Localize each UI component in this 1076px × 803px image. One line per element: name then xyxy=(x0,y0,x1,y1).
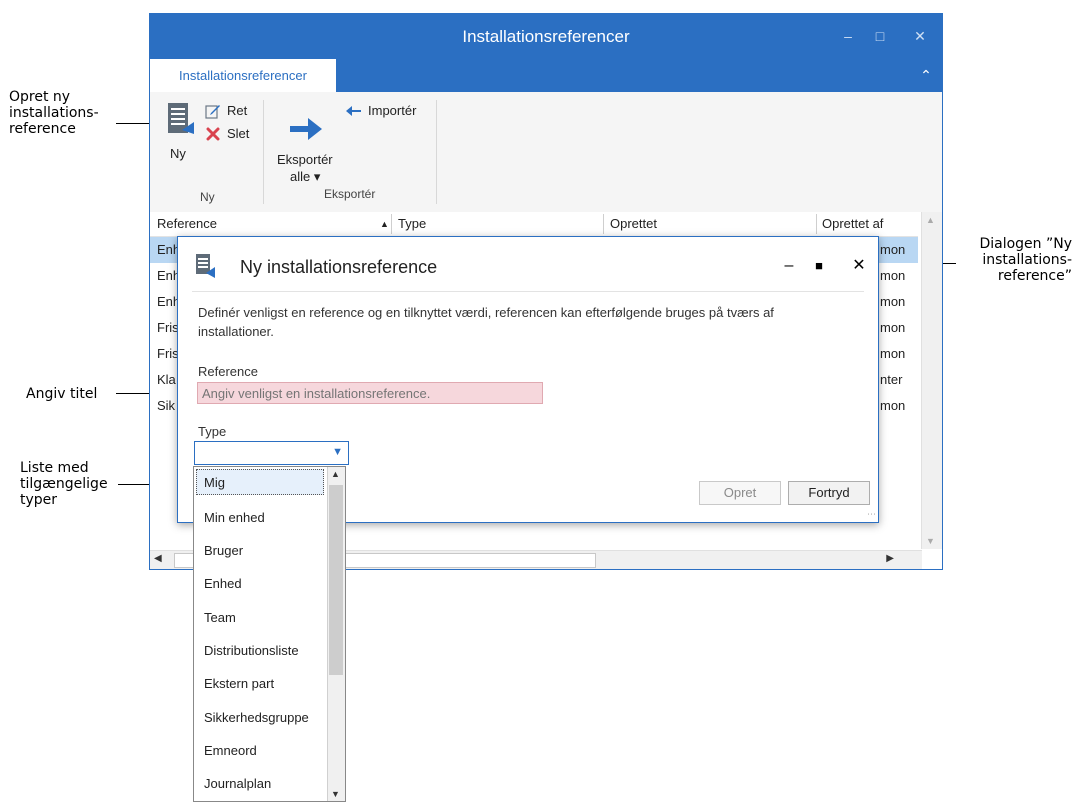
dropdown-item[interactable]: Min enhed xyxy=(204,510,265,525)
dialog-description: Definér venligst en reference og en tilk… xyxy=(198,305,774,339)
export-arrow-icon xyxy=(290,118,322,140)
scroll-up-icon[interactable]: ▲ xyxy=(331,469,340,479)
cell-reference: Fris xyxy=(157,320,179,335)
edit-label: Ret xyxy=(227,103,248,118)
window-title: Installationsreferencer xyxy=(462,27,630,46)
delete-label: Slet xyxy=(227,126,250,141)
dialog-minimize-button[interactable]: – xyxy=(774,251,804,281)
dropdown-item[interactable]: Mig xyxy=(204,475,225,490)
import-arrow-icon xyxy=(346,106,361,116)
column-header: Reference ▲ Type Oprettet Oprettet af xyxy=(150,212,918,237)
sort-ascending-icon: ▲ xyxy=(380,219,389,229)
type-select[interactable]: ▼ xyxy=(194,441,349,465)
callout-dialog: Dialogen ”Ny installations-reference” xyxy=(979,236,1072,284)
dropdown-item[interactable]: Emneord xyxy=(204,743,257,758)
title-bar: Installationsreferencer – □ ✕ xyxy=(150,14,942,59)
create-button[interactable]: Opret xyxy=(699,481,781,505)
ribbon-separator xyxy=(436,100,437,204)
callout-title: Angiv titel xyxy=(26,386,98,402)
ribbon-tabs: Installationsreferencer ⌃ xyxy=(150,59,942,92)
tab-installationsreferencer[interactable]: Installationsreferencer xyxy=(150,59,336,92)
edit-icon xyxy=(205,105,220,119)
dropdown-item[interactable]: Journalplan xyxy=(204,776,271,791)
dropdown-scrollbar[interactable]: ▲ ▼ xyxy=(327,467,345,801)
scroll-down-icon[interactable]: ▼ xyxy=(331,789,340,799)
new-button[interactable]: Ny xyxy=(158,100,198,170)
dropdown-item[interactable]: Team xyxy=(204,610,236,625)
export-all-label-1: Eksportér xyxy=(277,152,333,167)
delete-icon xyxy=(206,127,220,141)
dialog-divider xyxy=(192,291,864,292)
callout-types: Liste med tilgængelige typer xyxy=(20,460,108,508)
type-label: Type xyxy=(198,424,227,439)
reference-label: Reference xyxy=(198,364,258,379)
cell-created-by: mon xyxy=(880,242,906,257)
scroll-up-icon[interactable]: ▲ xyxy=(926,215,935,225)
minimize-button[interactable]: – xyxy=(834,24,862,48)
column-created[interactable]: Oprettet xyxy=(610,216,657,231)
ribbon-separator xyxy=(263,100,264,204)
callout-create-reference: Opret ny installations-reference xyxy=(9,89,99,137)
delete-button[interactable]: Slet xyxy=(205,125,257,145)
column-divider[interactable] xyxy=(603,214,604,234)
import-label: Importér xyxy=(368,103,417,118)
dialog-close-button[interactable]: ✕ xyxy=(844,251,874,281)
cell-created-by: mon xyxy=(880,268,906,283)
cell-created-by: mon xyxy=(880,346,906,361)
dropdown-item[interactable]: Sikkerhedsgruppe xyxy=(204,710,309,725)
column-divider[interactable] xyxy=(391,214,392,234)
edit-button[interactable]: Ret xyxy=(205,102,257,122)
scroll-left-icon[interactable]: ◀ xyxy=(154,553,162,564)
column-created-by[interactable]: Oprettet af xyxy=(822,216,883,231)
type-dropdown-list[interactable]: Mig Min enhed Bruger Enhed Team Distribu… xyxy=(193,466,346,802)
cell-reference: Fris xyxy=(157,346,179,361)
vertical-scrollbar[interactable]: ▲ ▼ xyxy=(921,212,942,549)
document-stack-icon xyxy=(168,103,194,134)
dropdown-item[interactable]: Ekstern part xyxy=(204,676,274,691)
cancel-button[interactable]: Fortryd xyxy=(788,481,870,505)
dialog-title: Ny installationsreference xyxy=(240,257,438,277)
reference-input[interactable] xyxy=(197,382,543,404)
dialog-maximize-button[interactable]: ■ xyxy=(804,251,834,281)
document-stack-icon xyxy=(196,254,215,278)
scroll-thumb[interactable] xyxy=(329,485,343,675)
column-reference[interactable]: Reference xyxy=(157,216,217,231)
export-all-label-2: alle ▾ xyxy=(290,169,321,184)
close-button[interactable]: ✕ xyxy=(906,24,934,48)
scroll-down-icon[interactable]: ▼ xyxy=(926,536,935,546)
import-button[interactable]: Importér xyxy=(346,102,426,122)
dropdown-item[interactable]: Distributionsliste xyxy=(204,643,299,658)
column-divider[interactable] xyxy=(816,214,817,234)
export-all-button[interactable]: Eksportér alle ▾ xyxy=(274,104,338,186)
new-label: Ny xyxy=(170,146,186,161)
maximize-button[interactable]: □ xyxy=(866,24,894,48)
resize-grip-icon[interactable]: ⋯ xyxy=(867,509,876,520)
scroll-right-icon[interactable]: ▶ xyxy=(886,553,894,564)
group-label-export: Eksportér xyxy=(324,187,376,201)
dropdown-item[interactable]: Enhed xyxy=(204,576,242,591)
column-type[interactable]: Type xyxy=(398,216,426,231)
dropdown-item[interactable]: Bruger xyxy=(204,543,243,558)
group-label-new: Ny xyxy=(200,190,215,204)
chevron-down-icon[interactable]: ▼ xyxy=(332,446,343,458)
cell-created-by: mon xyxy=(880,398,906,413)
collapse-ribbon-icon[interactable]: ⌃ xyxy=(916,65,936,85)
cell-reference: Kla xyxy=(157,372,176,387)
cell-created-by: mon xyxy=(880,294,906,309)
ribbon: Ny Ret Slet Ny Eksportér alle ▾ Importér… xyxy=(150,92,942,213)
cell-created-by: mon xyxy=(880,320,906,335)
cell-reference: Sik xyxy=(157,398,176,413)
cell-created-by: nter xyxy=(880,372,903,387)
